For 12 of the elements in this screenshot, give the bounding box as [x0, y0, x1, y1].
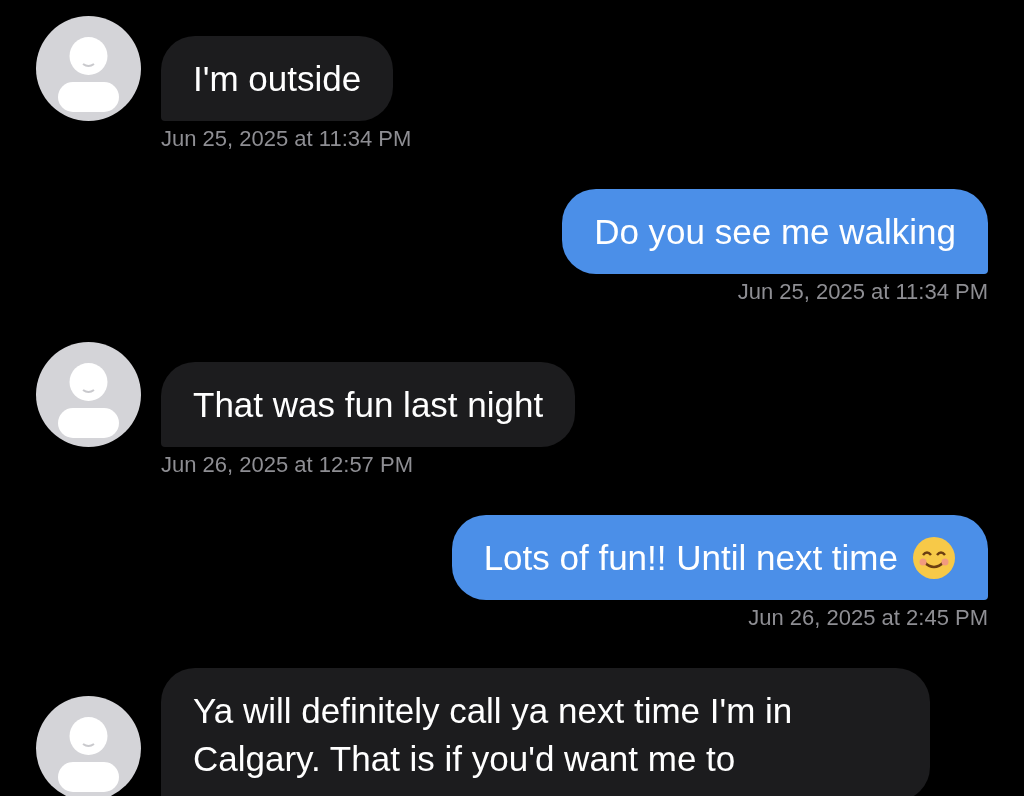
- received-message: That was fun last night: [161, 362, 576, 447]
- avatar-icon: [36, 16, 141, 121]
- timestamp: Jun 26, 2025 at 12:57 PM: [161, 451, 413, 479]
- timestamp: Jun 25, 2025 at 11:34 PM: [161, 125, 412, 153]
- sent-message: Do you see me walking: [562, 189, 988, 274]
- received-message: I'm outside: [161, 36, 394, 121]
- timestamp: Jun 26, 2025 at 2:45 PM: [748, 604, 988, 632]
- timestamp: Jun 25, 2025 at 11:34 PM: [737, 278, 988, 306]
- sent-message: Lots of fun!! Until next time: [451, 515, 988, 600]
- avatar-icon: [36, 696, 141, 796]
- received-message: Ya will definitely call ya next time I'm in Calgary. That is if you'd want me to: [161, 668, 930, 796]
- avatar-icon: [36, 342, 141, 447]
